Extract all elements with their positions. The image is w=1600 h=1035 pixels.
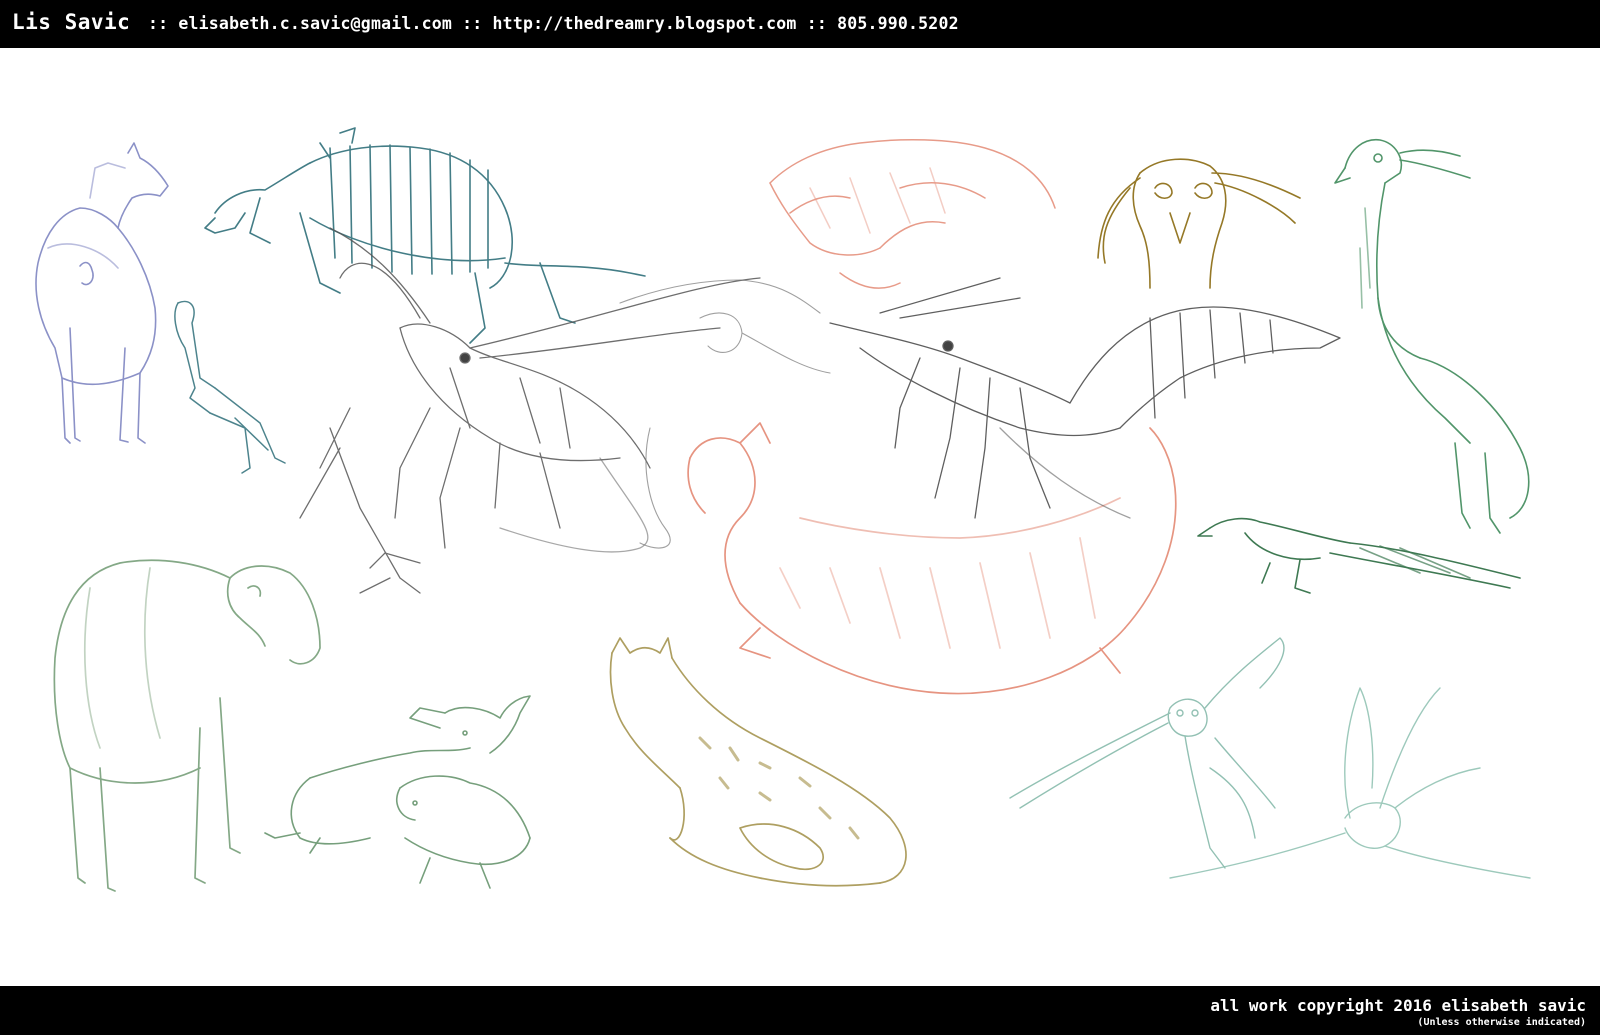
sheep-sketch <box>53 559 321 892</box>
shrimp-left-sketch <box>299 227 761 594</box>
copyright-notice: all work copyright 2016 elisabeth savic <box>1210 996 1586 1015</box>
curled-animal-top-sketch <box>769 138 1056 289</box>
lying-cat-sketch <box>609 637 907 887</box>
animal-sketches <box>35 127 1531 892</box>
perched-bird-sketch <box>1197 517 1521 594</box>
sketch-canvas <box>0 48 1600 986</box>
copyright-exception-note: (Unless otherwise indicated) <box>1417 1017 1586 1028</box>
artist-name: Lis Savic <box>12 10 131 34</box>
lambs-sketch <box>264 695 531 889</box>
shrimp-right-sketch <box>829 277 1341 519</box>
sketch-sheet-page: Lis Savic :: elisabeth.c.savic@gmail.com… <box>0 0 1600 1035</box>
owl-head-sketch <box>1097 158 1301 289</box>
footer-bar: all work copyright 2016 elisabeth savic … <box>0 986 1600 1035</box>
llama-sketch <box>35 142 169 444</box>
artist-contact-line: :: elisabeth.c.savic@gmail.com :: http:/… <box>148 14 959 33</box>
bird-foot-sketch <box>174 300 286 474</box>
swallow-sketch <box>1169 687 1531 879</box>
header-bar: Lis Savic :: elisabeth.c.savic@gmail.com… <box>0 0 1600 48</box>
horse-head-outline-sketch <box>619 279 831 549</box>
secretary-bird-sketch <box>1334 139 1530 534</box>
armadillo-skeleton-sketch <box>204 127 646 344</box>
flying-owl-sketch <box>1009 637 1285 869</box>
upside-down-cow-sketch <box>687 422 1177 695</box>
